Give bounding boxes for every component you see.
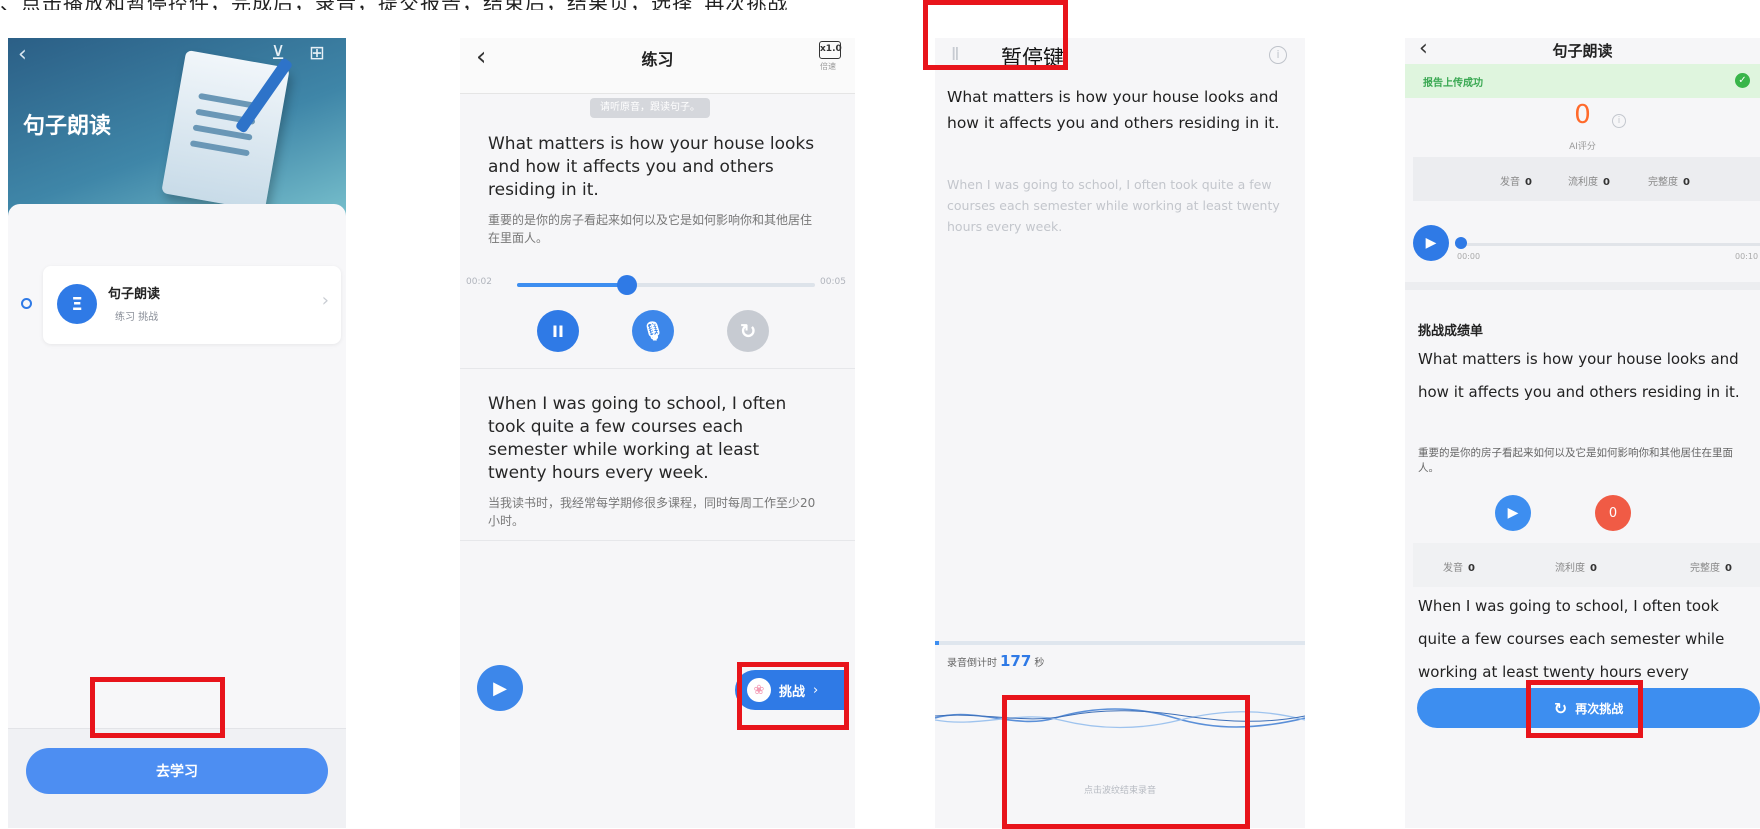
chevron-right-icon: › — [813, 682, 819, 698]
caption-strip: 、点击播放和暂停控件，完成后，录音，提交报告，结束后，结果页，选择“再次挑战” — [0, 0, 1760, 10]
hero-banner: ‹ ⊻ ⊞ 句子朗读 — [8, 38, 346, 228]
sentence-2-english: When I was going to school, I often took… — [1418, 597, 1725, 681]
audio-progress-fill — [517, 283, 628, 287]
retry-challenge-label: 再次挑战 — [1575, 701, 1624, 716]
nav-bar: ‹ 练习 x1.0 倍速 — [460, 38, 855, 94]
upload-success-text: 报告上传成功 — [1423, 78, 1483, 89]
time-total: 00:10 — [1735, 252, 1759, 261]
metrics-summary: 发音 0 流利度 0 完整度 0 — [1413, 157, 1760, 201]
sentence-1-chinese: 重要的是你的房子看起来如何以及它是如何影响你和其他居住在里面人。 — [488, 213, 813, 245]
sentence-1-english: What matters is how your house looks and… — [947, 88, 1280, 132]
recording-countdown: 录音倒计时 177 秒 — [947, 652, 1044, 670]
info-icon[interactable]: i — [1612, 114, 1626, 128]
document-icon: Ξ — [57, 284, 97, 324]
page-title: 句子朗读 — [1552, 42, 1613, 60]
chevron-right-icon: › — [321, 290, 329, 311]
recording-progress-track[interactable] — [1455, 243, 1760, 246]
sentence-2-chinese: 当我读书时，我经常每学期修很多课程，同时每周工作至少20小时。 — [488, 496, 816, 528]
back-icon[interactable]: ‹ — [18, 42, 27, 67]
sentence-1-english: What matters is how your house looks and… — [488, 134, 815, 200]
screen-recording: II 暂停键 i What matters is how your house … — [935, 38, 1305, 828]
refresh-icon: ↻ — [1553, 698, 1568, 718]
metric-completeness: 完整度 0 — [1690, 563, 1732, 574]
screen-result: ‹ 句子朗读 报告上传成功 ✓ 0 i AI评分 发音 0 流利度 0 完整度 0 ▶… — [1405, 38, 1760, 828]
replay-button[interactable]: ↻ — [727, 310, 769, 352]
countdown-prefix: 录音倒计时 — [947, 658, 997, 669]
instruction-hint: 请听原音，跟读句子。 — [590, 98, 710, 118]
microphone-button[interactable]: 🎙 — [632, 310, 674, 352]
pause-key-label: 暂停键 — [1001, 46, 1064, 70]
challenge-button[interactable]: ❀ 挑战 › — [735, 670, 847, 710]
retry-challenge-button[interactable]: ↻ 再次挑战 — [1417, 688, 1760, 728]
ai-score-value: 0 — [1574, 100, 1591, 130]
page-title: 练习 — [641, 50, 674, 69]
challenge-label: 挑战 — [779, 684, 806, 700]
sentence-2-english: When I was going to school, I often took… — [947, 177, 1280, 234]
metric-pronunciation: 发音 0 — [1443, 563, 1475, 574]
screen-practice: ‹ 练习 x1.0 倍速 请听原音，跟读句子。 What matters is … — [460, 38, 855, 828]
sentence-1-english: What matters is how your house looks and… — [1418, 350, 1740, 401]
lesson-subtitle: 练习 挑战 — [115, 312, 159, 323]
recording-waveform[interactable] — [935, 698, 1305, 738]
time-elapsed: 00:00 — [1457, 252, 1481, 261]
lesson-card[interactable]: Ξ 句子朗读 练习 挑战 › — [43, 266, 341, 344]
sentence-metrics: 发音 0 流利度 0 完整度 0 — [1413, 543, 1760, 587]
recording-progress — [935, 641, 1305, 645]
play-button[interactable]: ▶ — [477, 665, 523, 711]
metric-fluency: 流利度 0 — [1555, 563, 1597, 574]
score-sheet-title: 挑战成绩单 — [1418, 324, 1484, 339]
caption-text: 、点击播放和暂停控件，完成后，录音，提交报告，结束后，结果页，选择“再次挑战” — [0, 0, 800, 10]
sentence-1-chinese: 重要的是你的房子看起来如何以及它是如何影响你和其他居住在里面人。 — [1418, 447, 1733, 474]
go-learn-button[interactable]: 去学习 — [26, 748, 328, 794]
recording-progress-handle[interactable] — [1455, 237, 1467, 249]
pause-icon[interactable]: II — [951, 44, 960, 65]
divider — [460, 540, 855, 541]
recording-play-button[interactable]: ▶ — [1413, 225, 1449, 261]
countdown-value: 177 — [1000, 652, 1032, 670]
sentence-2-english: When I was going to school, I often took… — [488, 394, 787, 483]
screen-course-intro: ‹ ⊻ ⊞ 句子朗读 Ξ 句子朗读 练习 挑战 › 去学习 — [8, 38, 346, 828]
page-title: 句子朗读 — [23, 114, 112, 139]
divider — [460, 368, 855, 369]
section-separator — [1405, 282, 1760, 290]
speed-label: 倍速 — [820, 62, 836, 71]
metric-pronunciation: 发音 0 — [1500, 177, 1532, 188]
countdown-unit: 秒 — [1034, 658, 1045, 669]
info-icon[interactable]: i — [1269, 46, 1287, 64]
lesson-name: 句子朗读 — [108, 287, 161, 302]
end-recording-hint: 点击波纹结束录音 — [1083, 786, 1156, 796]
metric-fluency: 流利度 0 — [1568, 177, 1610, 188]
speed-icon[interactable]: x1.0 — [819, 41, 842, 59]
ai-score-label: AI评分 — [1569, 142, 1596, 152]
tutorial-figure: 、点击播放和暂停控件，完成后，录音，提交报告，结束后，结果页，选择“再次挑战” … — [0, 0, 1760, 829]
timeline-dot — [21, 298, 32, 309]
sentence-play-button[interactable]: ▶ — [1495, 495, 1531, 531]
metric-completeness: 完整度 0 — [1648, 177, 1690, 188]
time-elapsed: 00:02 — [466, 277, 492, 287]
time-total: 00:05 — [820, 277, 846, 287]
pause-button[interactable]: II — [537, 310, 579, 352]
check-icon: ✓ — [1735, 73, 1750, 88]
audio-progress-handle[interactable] — [617, 275, 638, 295]
upload-success-banner: 报告上传成功 ✓ — [1405, 64, 1760, 98]
top-bar: II 暂停键 i — [935, 38, 1305, 82]
paw-icon: ❀ — [747, 678, 771, 702]
sentence-score-badge[interactable]: 0 — [1595, 495, 1631, 531]
